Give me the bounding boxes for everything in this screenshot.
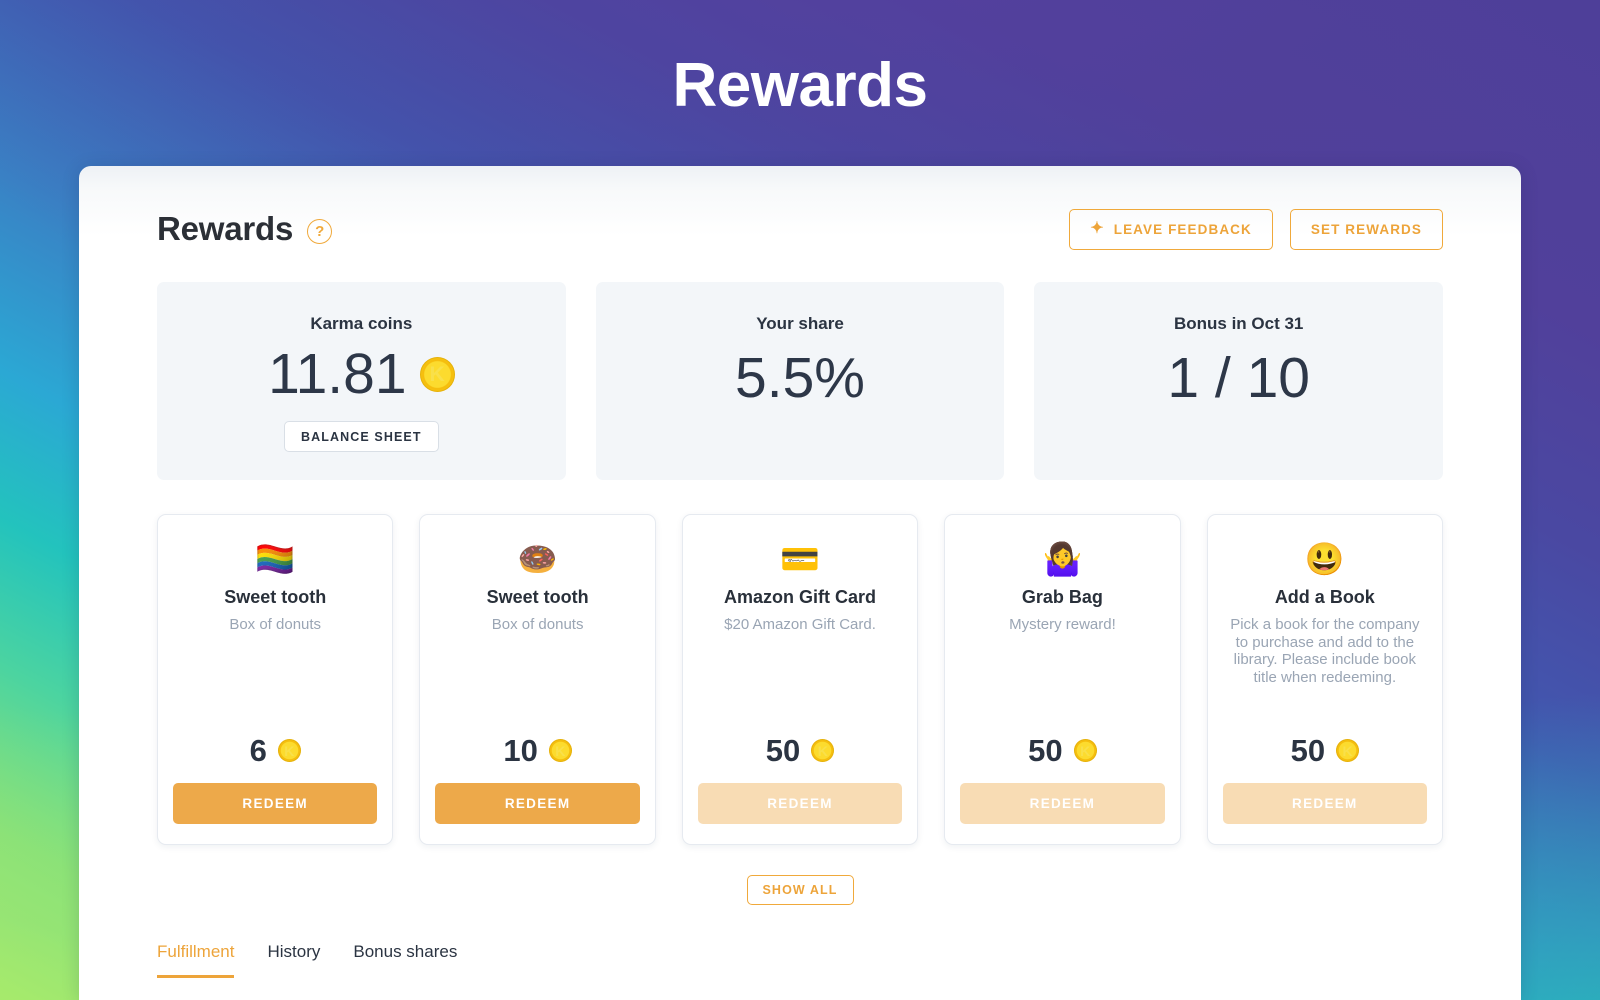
karma-coin-icon: K	[548, 739, 572, 762]
reward-card[interactable]: 🤷‍♀️ Grab Bag Mystery reward! 50 K REDEE…	[944, 514, 1181, 845]
tab-bar: Fulfillment History Bonus shares	[157, 942, 1443, 978]
karma-coin-icon: K	[811, 739, 835, 762]
reward-price: 50 K	[1028, 733, 1097, 768]
reward-card[interactable]: 🍩 Sweet tooth Box of donuts 10 K REDEEM	[419, 514, 656, 845]
reward-card[interactable]: 💳 Amazon Gift Card $20 Amazon Gift Card.…	[681, 514, 919, 845]
reward-description: Box of donuts	[491, 616, 584, 633]
reward-title: Add a Book	[1274, 587, 1375, 607]
redeem-button: REDEEM	[1222, 783, 1428, 824]
stat-label: Your share	[756, 314, 844, 333]
reward-title: Sweet tooth	[486, 587, 589, 607]
karma-coin-letter: K	[555, 742, 566, 759]
reward-price-value: 6	[249, 733, 267, 768]
stat-label: Bonus in Oct 31	[1173, 314, 1304, 333]
redeem-button[interactable]: REDEEM	[173, 783, 378, 824]
stat-value-wrap: 11.81 K	[268, 342, 455, 406]
panel-header-left: Rewards ?	[157, 210, 333, 248]
reward-price: 50 K	[765, 733, 835, 768]
stat-card-your-share: Your share 5.5%	[595, 282, 1005, 480]
karma-coin-letter: K	[284, 742, 295, 759]
reward-price-value: 50	[765, 733, 801, 768]
reward-description: Pick a book for the company to purchase …	[1230, 616, 1420, 687]
rewards-row: 🏳️‍🌈 Sweet tooth Box of donuts 6 K REDEE…	[157, 514, 1444, 845]
rewards-panel: Rewards ? ✦ LEAVE FEEDBACK SET REWARDS K…	[79, 166, 1521, 1000]
redeem-button[interactable]: REDEEM	[435, 783, 640, 824]
reward-title: Sweet tooth	[224, 587, 327, 607]
karma-coin-icon: K	[419, 357, 455, 392]
sparkle-icon: ✦	[1090, 220, 1105, 237]
karma-coin-icon: K	[277, 739, 301, 762]
tab-fulfillment[interactable]: Fulfillment	[157, 942, 235, 978]
rainbow-flag-emoji: 🏳️‍🌈	[255, 541, 296, 577]
reward-description: $20 Amazon Gift Card.	[724, 616, 876, 633]
stat-label: Karma coins	[310, 314, 413, 333]
karma-coin-icon: K	[1073, 739, 1097, 762]
reward-description: Box of donuts	[229, 616, 322, 633]
panel-title: Rewards	[157, 210, 294, 247]
reward-description: Mystery reward!	[1009, 616, 1116, 633]
karma-coin-icon: K	[1336, 739, 1360, 762]
reward-price-value: 50	[1028, 733, 1063, 768]
redeem-button: REDEEM	[697, 783, 903, 824]
credit-card-emoji: 💳	[780, 541, 820, 577]
page-title: Rewards	[672, 51, 928, 120]
reward-price: 6 K	[250, 735, 301, 766]
stat-value: 11.81	[268, 342, 407, 406]
reward-price-value: 10	[503, 733, 538, 768]
woman-shrugging-emoji: 🤷‍♀️	[1042, 541, 1083, 577]
leave-feedback-button[interactable]: ✦ LEAVE FEEDBACK	[1069, 208, 1273, 250]
reward-price: 10 K	[503, 733, 572, 768]
karma-coin-letter: K	[429, 363, 445, 386]
stat-value: 1 / 10	[1167, 346, 1310, 410]
stat-card-bonus: Bonus in Oct 31 1 / 10	[1034, 282, 1444, 480]
stat-card-karma-coins: Karma coins 11.81 K BALANCE SHEET	[157, 282, 566, 480]
reward-price-value: 50	[1290, 733, 1326, 768]
panel-header: Rewards ? ✦ LEAVE FEEDBACK SET REWARDS	[157, 206, 1443, 252]
reward-card[interactable]: 😃 Add a Book Pick a book for the company…	[1206, 514, 1444, 845]
redeem-button: REDEEM	[960, 783, 1165, 824]
tab-bonus-shares[interactable]: Bonus shares	[353, 942, 457, 978]
karma-coin-letter: K	[1342, 742, 1353, 759]
stat-value: 5.5%	[735, 346, 865, 410]
tab-history[interactable]: History	[267, 942, 320, 978]
reward-title: Amazon Gift Card	[724, 587, 877, 607]
balance-sheet-button[interactable]: BALANCE SHEET	[284, 421, 439, 452]
reward-card[interactable]: 🏳️‍🌈 Sweet tooth Box of donuts 6 K REDEE…	[157, 514, 394, 845]
question-mark-circle-icon[interactable]: ?	[307, 218, 333, 244]
karma-coin-letter: K	[817, 742, 828, 759]
show-all-button[interactable]: SHOW ALL	[746, 875, 854, 905]
leave-feedback-label: LEAVE FEEDBACK	[1113, 221, 1252, 237]
stats-row: Karma coins 11.81 K BALANCE SHEET Your s…	[157, 282, 1444, 480]
reward-price: 50 K	[1290, 733, 1360, 768]
grinning-face-emoji: 😃	[1304, 541, 1345, 577]
reward-title: Grab Bag	[1021, 587, 1103, 607]
show-all-wrap: SHOW ALL	[157, 875, 1443, 905]
doughnut-emoji: 🍩	[517, 541, 558, 577]
set-rewards-label: SET REWARDS	[1310, 221, 1422, 237]
karma-coin-letter: K	[1080, 742, 1091, 759]
panel-header-actions: ✦ LEAVE FEEDBACK SET REWARDS	[1069, 208, 1443, 250]
set-rewards-button[interactable]: SET REWARDS	[1289, 208, 1443, 250]
